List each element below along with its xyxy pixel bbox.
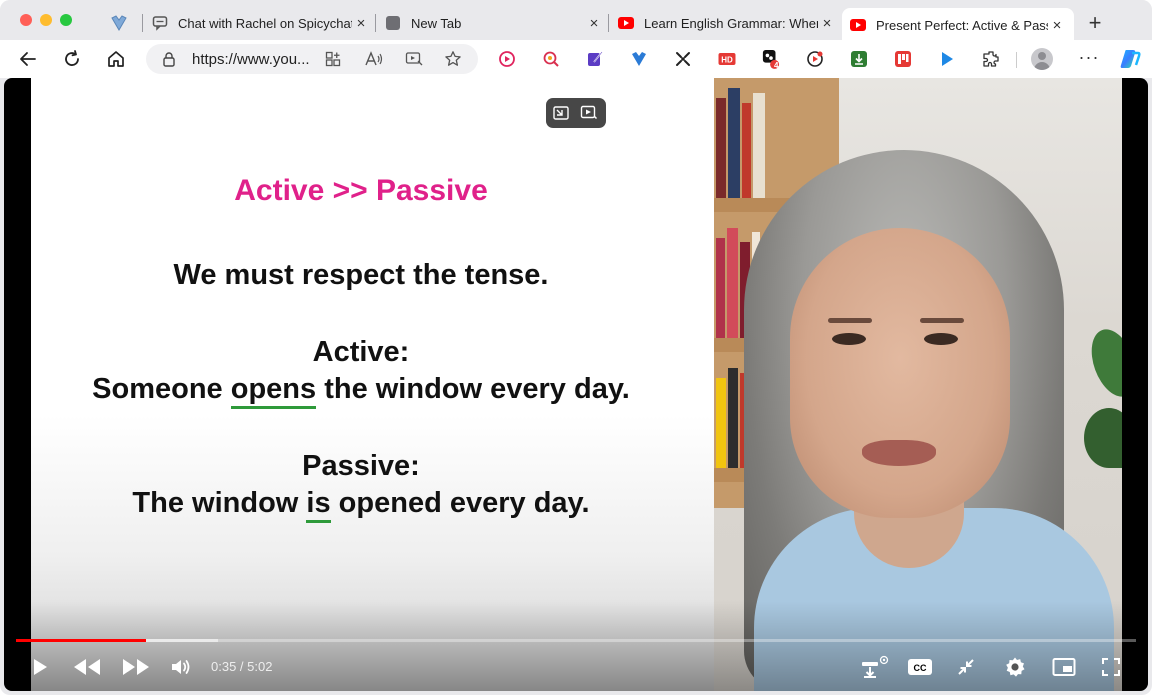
captions-icon[interactable]: CC: [905, 654, 935, 680]
sparkle-extension-icon[interactable]: [674, 50, 692, 68]
progress-bar[interactable]: [16, 639, 1136, 642]
badge-extension-icon[interactable]: 4: [762, 50, 780, 70]
exit-window-icon[interactable]: [552, 104, 570, 122]
tab-strip: Chat with Rachel on Spicychat × New Tab …: [0, 0, 1152, 42]
tab-present-perfect-active[interactable]: Present Perfect: Active & Passive ×: [842, 8, 1074, 42]
browser-toolbar: https://www.you... HD 4 ···: [0, 40, 1152, 78]
cursor-extension-icon[interactable]: [938, 50, 956, 68]
heart-extension-icon[interactable]: [630, 50, 648, 68]
miniplayer-icon[interactable]: [1050, 654, 1078, 680]
tab-new-tab[interactable]: New Tab ×: [385, 8, 603, 38]
chat-bubble-icon: [152, 15, 168, 31]
search-extension-icon[interactable]: [542, 50, 560, 68]
volume-icon[interactable]: [167, 654, 195, 680]
more-menu-button[interactable]: ···: [1078, 48, 1100, 70]
browser-window: Chat with Rachel on Spicychat × New Tab …: [0, 0, 1152, 695]
fast-forward-icon[interactable]: [119, 654, 153, 680]
picture-in-picture-overlay: [546, 98, 606, 128]
active-verb: opens: [230, 373, 317, 409]
video-player[interactable]: Active >> Passive We must respect the te…: [4, 78, 1148, 691]
active-label: Active:: [312, 336, 410, 368]
new-tab-button[interactable]: +: [1084, 12, 1106, 34]
tab-title: Learn English Grammar: When: [644, 15, 818, 31]
board-extension-icon[interactable]: [894, 50, 912, 68]
profile-avatar[interactable]: [1031, 48, 1053, 70]
extensions-icon[interactable]: [982, 50, 1000, 68]
close-window-button[interactable]: [20, 14, 32, 26]
reload-icon[interactable]: [61, 48, 83, 70]
close-tab-icon[interactable]: ×: [352, 14, 370, 32]
video-search-icon[interactable]: [580, 104, 598, 122]
passive-example: The window is opened every day.: [31, 487, 691, 523]
download-extension-icon[interactable]: [850, 50, 868, 68]
presenter-face: [790, 228, 1010, 518]
slide-rule-text: We must respect the tense.: [173, 259, 549, 291]
passive-verb: is: [306, 487, 331, 523]
tab-title: New Tab: [411, 15, 462, 31]
passive-example-start: The window: [132, 487, 307, 519]
read-aloud-icon[interactable]: [365, 50, 383, 68]
toolbar-separator: [1016, 52, 1017, 68]
home-icon[interactable]: [105, 48, 127, 70]
presenter-camera: [714, 78, 1122, 691]
play-icon[interactable]: [26, 654, 54, 680]
tab-spicychat[interactable]: Chat with Rachel on Spicychat ×: [152, 8, 370, 38]
extension-badge-count: 4: [774, 61, 779, 70]
played-bar: [16, 639, 146, 642]
writing-extension-icon[interactable]: [586, 50, 604, 68]
slide-title: Active >> Passive: [234, 174, 488, 207]
autoplay-icon[interactable]: [857, 654, 891, 680]
back-icon[interactable]: [17, 48, 39, 70]
close-tab-icon[interactable]: ×: [818, 14, 836, 32]
tab-title: Present Perfect: Active & Passive: [876, 17, 1048, 33]
tab-separator: [375, 14, 376, 32]
svg-text:CC: CC: [914, 663, 927, 673]
fullscreen-icon[interactable]: [1097, 654, 1125, 680]
hd-extension-icon[interactable]: HD: [718, 50, 736, 68]
active-example-end: the window every day.: [316, 373, 630, 405]
immersive-reader-icon[interactable]: [405, 50, 423, 68]
active-example-start: Someone: [92, 373, 231, 405]
time-display: 0:35 / 5:02: [211, 659, 273, 674]
youtube-icon: [850, 17, 866, 33]
passive-label: Passive:: [302, 450, 420, 482]
url-text[interactable]: https://www.you...: [192, 51, 310, 68]
svg-text:HD: HD: [721, 56, 733, 65]
maximize-window-button[interactable]: [60, 14, 72, 26]
close-tab-icon[interactable]: ×: [1048, 16, 1066, 34]
record-extension-icon[interactable]: [806, 50, 824, 68]
close-tab-icon[interactable]: ×: [585, 14, 603, 32]
active-example: Someone opens the window every day.: [31, 373, 691, 409]
tab-separator: [142, 14, 143, 32]
youtube-icon: [618, 15, 634, 31]
lesson-slide: Active >> Passive We must respect the te…: [31, 78, 714, 691]
minimize-window-button[interactable]: [40, 14, 52, 26]
settings-gear-icon[interactable]: [1001, 654, 1029, 680]
video-extension-icon[interactable]: [498, 50, 516, 68]
tab-separator: [608, 14, 609, 32]
passive-example-end: opened every day.: [330, 487, 590, 519]
address-bar[interactable]: https://www.you...: [146, 44, 478, 74]
copilot-icon[interactable]: [1118, 47, 1142, 71]
lock-icon[interactable]: [162, 51, 176, 72]
new-tab-page-icon: [385, 15, 401, 31]
pinned-tab-heart-icon[interactable]: [108, 13, 130, 33]
exit-fullscreen-icon[interactable]: [952, 654, 980, 680]
split-screen-icon[interactable]: [324, 50, 342, 68]
tab-learn-english-grammar[interactable]: Learn English Grammar: When ×: [618, 8, 836, 38]
rewind-icon[interactable]: [70, 654, 104, 680]
tab-title: Chat with Rachel on Spicychat: [178, 15, 352, 31]
favorite-star-icon[interactable]: [444, 50, 462, 68]
